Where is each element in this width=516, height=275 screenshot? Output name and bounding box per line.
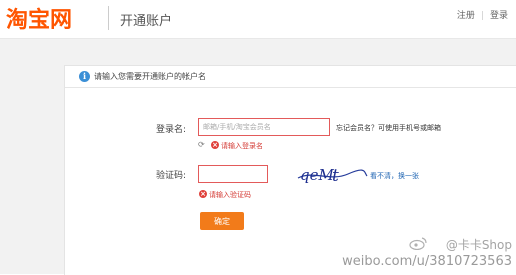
username-hint: 忘记会员名？可使用手机号或邮箱 [336, 124, 441, 132]
captcha-input[interactable] [198, 165, 268, 183]
username-error: 请输入登录名 [221, 142, 263, 150]
refresh-icon: ⟳ [198, 140, 205, 149]
page-title: 开通账户 [120, 14, 173, 29]
username-label: 登录名: [156, 125, 187, 135]
register-link[interactable]: 注册 [457, 11, 475, 21]
notice-bar: i 请输入您需要开通账户的帐户名 [65, 66, 516, 88]
notice-text: 请输入您需要开通账户的帐户名 [94, 72, 206, 81]
top-header: 淘宝网 开通账户 注册 | 登录 [0, 0, 516, 39]
header-nav: 注册 | 登录 [457, 8, 508, 21]
info-icon: i [79, 71, 90, 82]
username-input[interactable] [198, 118, 330, 136]
weibo-icon [409, 237, 427, 250]
captcha-error: 请输入验证码 [209, 191, 251, 199]
captcha-label: 验证码: [156, 171, 187, 181]
header-divider [108, 6, 109, 30]
refresh-captcha-link[interactable]: 看不清，换一张 [370, 171, 419, 181]
captcha-image[interactable]: qeM t [296, 162, 368, 188]
nav-separator: | [480, 11, 484, 21]
taobao-logo[interactable]: 淘宝网 [6, 2, 72, 34]
svg-text:t: t [332, 166, 339, 186]
error-icon: × [199, 190, 207, 198]
captcha-text: qeM [300, 166, 334, 184]
watermark-brand: @卡卡Shop [445, 238, 512, 252]
login-link[interactable]: 登录 [490, 11, 508, 21]
watermark-url: weibo.com/u/3810723563 [342, 254, 512, 269]
submit-button[interactable]: 确定 [200, 212, 244, 230]
error-icon: × [211, 141, 219, 149]
content-area: i 请输入您需要开通账户的帐户名 [0, 39, 516, 275]
